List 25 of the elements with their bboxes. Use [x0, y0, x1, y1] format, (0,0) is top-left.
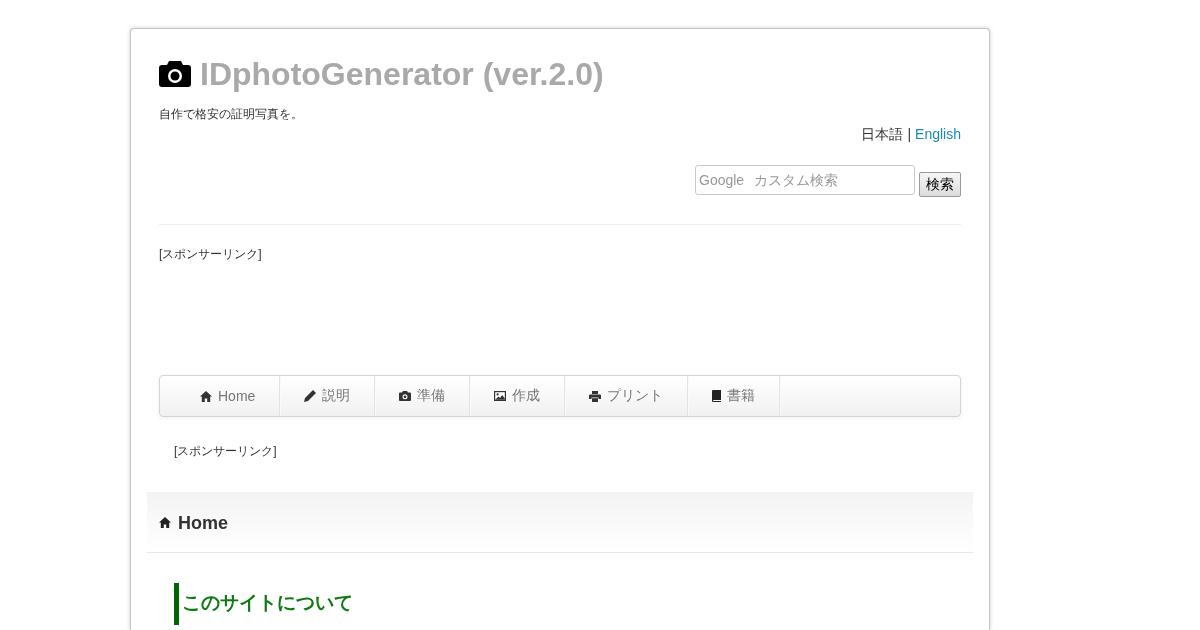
content-heading: このサイトについて — [174, 583, 961, 625]
home-icon — [159, 516, 171, 528]
sponsor-label: [スポンサーリンク] — [159, 247, 262, 261]
camera-icon — [159, 61, 191, 87]
printer-icon — [589, 390, 602, 402]
site-title: IDphotoGenerator (ver.2.0) — [200, 56, 604, 92]
current-language: 日本語 — [861, 125, 904, 144]
search-field[interactable]: Google カスタム検索 — [695, 165, 915, 195]
sponsor-label: [スポンサーリンク] — [174, 444, 277, 458]
section-title: Home — [178, 512, 228, 534]
nav-item[interactable]: 説明 — [280, 376, 376, 416]
language-link[interactable]: English — [915, 124, 961, 144]
language-separator: | — [907, 125, 912, 144]
camera-icon — [399, 391, 412, 401]
nav-item[interactable]: プリント — [565, 376, 689, 416]
search-button[interactable]: 検索 — [919, 172, 961, 197]
book-icon — [712, 390, 722, 402]
picture-icon — [494, 391, 507, 401]
nav-item[interactable]: 準備 — [375, 376, 471, 416]
home-icon — [200, 390, 212, 402]
nav-item[interactable]: Home — [176, 376, 281, 416]
nav-item[interactable]: 書籍 — [688, 376, 781, 416]
pencil-icon — [304, 390, 317, 402]
nav-item[interactable]: 作成 — [470, 376, 566, 416]
site-tagline: 自作で格安の証明写真を。 — [159, 106, 304, 122]
